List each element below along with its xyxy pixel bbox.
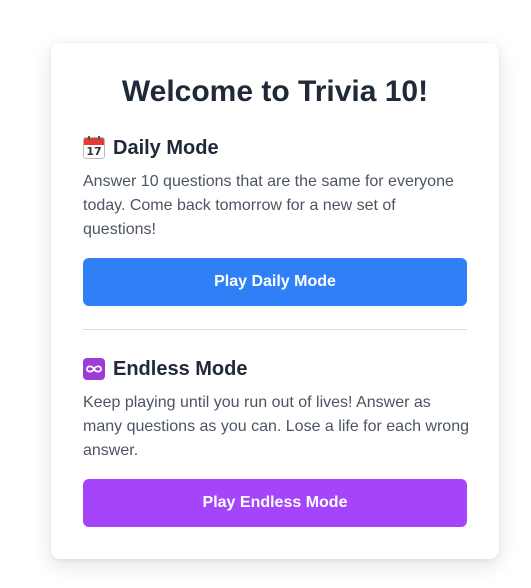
daily-mode-description: Answer 10 questions that are the same fo… xyxy=(83,173,454,238)
endless-mode-heading-text: Endless Mode xyxy=(113,357,248,380)
endless-mode-heading: Endless Mode xyxy=(83,357,247,381)
play-endless-mode-button[interactable]: Play Endless Mode xyxy=(83,479,467,527)
endless-mode-description: Keep playing until you run out of lives!… xyxy=(83,394,469,459)
page-title: Welcome to Trivia 10! xyxy=(121,75,429,108)
mode-select-card: Welcome to Trivia 10! 17 Daily Mode Answ… xyxy=(51,43,499,559)
play-daily-mode-button[interactable]: Play Daily Mode xyxy=(83,258,467,306)
calendar-icon: 17 xyxy=(83,136,105,159)
daily-mode-heading: 17 Daily Mode xyxy=(83,136,219,160)
section-divider xyxy=(83,329,467,330)
infinity-icon xyxy=(83,358,105,380)
daily-mode-heading-text: Daily Mode xyxy=(113,136,219,159)
